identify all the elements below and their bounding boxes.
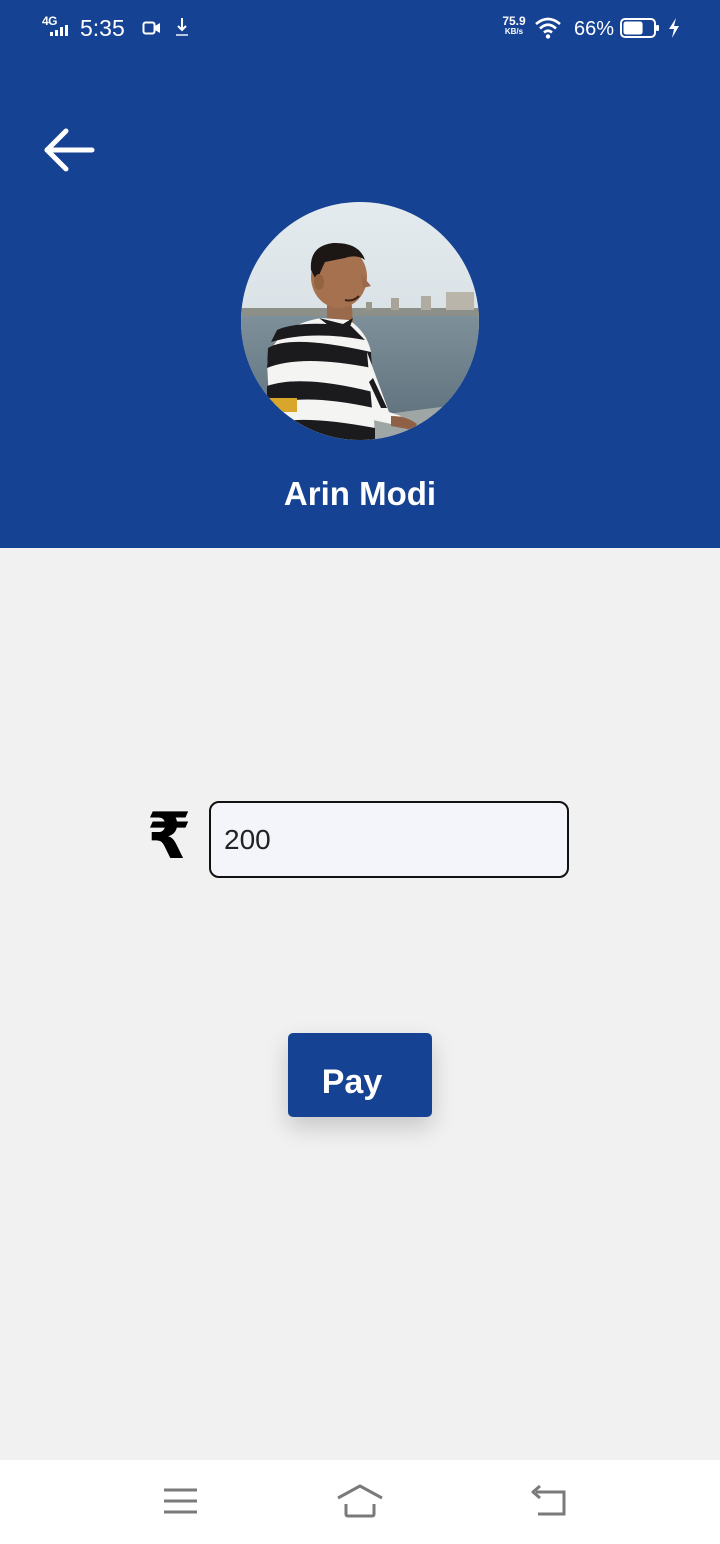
status-bar: 4G 5:35 75.9 KB/s 66%: [0, 0, 720, 58]
wifi-icon: [534, 16, 562, 40]
signal-icon: 4G: [42, 14, 74, 40]
speed-value: 75.9: [502, 14, 526, 28]
home-icon: [337, 1484, 383, 1518]
amount-input[interactable]: [209, 801, 569, 878]
battery-icon: [620, 17, 660, 39]
video-camera-icon: [142, 19, 162, 37]
back-icon: [531, 1484, 566, 1516]
back-nav-button[interactable]: [522, 1480, 578, 1524]
contact-name: Arin Modi: [283, 475, 437, 512]
profile-photo: [241, 202, 479, 440]
back-button[interactable]: [38, 120, 100, 180]
home-button[interactable]: [332, 1480, 388, 1524]
menu-button[interactable]: [152, 1480, 208, 1524]
rupee-icon: ₹: [146, 800, 192, 874]
pay-button-label: Pay: [321, 1063, 383, 1101]
battery-percent: 66%: [574, 18, 615, 40]
profile-header: 4G 5:35 75.9 KB/s 66% Arin Modi: [0, 0, 720, 548]
menu-icon: [164, 1488, 197, 1514]
charging-icon: [667, 17, 681, 39]
pay-button[interactable]: Pay: [288, 1033, 432, 1117]
arrow-left-icon: [44, 128, 95, 172]
system-navigation-bar: [0, 1460, 720, 1544]
download-icon: [173, 16, 191, 38]
avatar: [241, 202, 479, 440]
status-time: 5:35: [80, 15, 125, 41]
speed-unit: KB/s: [504, 27, 524, 36]
network-speed: 75.9 KB/s: [499, 14, 529, 37]
